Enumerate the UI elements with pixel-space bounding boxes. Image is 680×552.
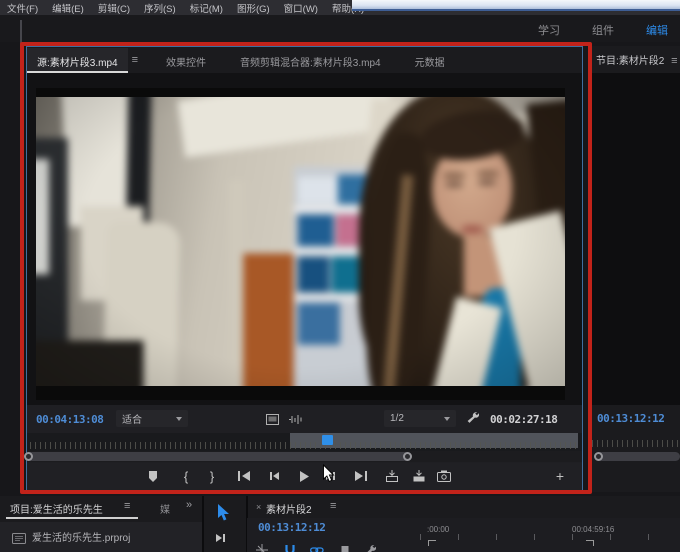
mark-out-button[interactable]: } <box>200 464 224 488</box>
go-to-out-button[interactable] <box>348 464 372 488</box>
tab-program-clip[interactable]: 节目:素材片段2 ≡ <box>596 52 680 67</box>
tab-audio-clip-mixer[interactable]: 音频剪辑混合器:素材片段3.mp4 <box>230 48 391 73</box>
program-scrollbar-handle[interactable] <box>594 452 603 461</box>
source-playhead[interactable] <box>322 435 333 445</box>
source-monitor-tab-row: 源:素材片段3.mp4 ≡ 效果控件 音频剪辑混合器:素材片段3.mp4 元数据 <box>27 47 582 73</box>
source-scrollbar[interactable] <box>26 452 412 461</box>
track-select-forward-tool[interactable] <box>214 531 228 549</box>
workspace-tab-learning[interactable]: 学习 <box>538 22 560 38</box>
selection-tool[interactable] <box>216 504 231 527</box>
mouse-cursor <box>322 464 336 489</box>
tab-timeline-sequence[interactable]: 素材片段2 <box>266 501 312 516</box>
ruler-ticks <box>30 442 578 449</box>
mark-in-button[interactable]: { <box>174 464 198 488</box>
overwrite-button[interactable] <box>407 464 431 488</box>
go-to-in-button[interactable] <box>232 464 256 488</box>
timeline-settings-wrench-icon[interactable] <box>364 543 376 552</box>
letterbox-bottom <box>36 386 565 400</box>
settings-wrench-icon[interactable] <box>466 411 479 429</box>
program-video-area[interactable] <box>588 73 680 405</box>
plus-icon: + <box>556 468 564 484</box>
linked-selection-icon[interactable] <box>310 543 324 552</box>
menu-item-clip[interactable]: 剪辑(C) <box>98 1 130 15</box>
play-button[interactable] <box>292 464 316 488</box>
letterbox-top <box>36 88 565 97</box>
project-file-icon <box>12 531 26 549</box>
mark-in-glyph: { <box>184 469 188 484</box>
project-file-name[interactable]: 爱生活的乐先生.prproj <box>32 529 130 544</box>
chevron-down-icon <box>176 417 182 421</box>
menu-item-edit[interactable]: 编辑(E) <box>52 1 84 15</box>
workspace-bar: 学习 组件 编辑 <box>0 15 680 42</box>
timeline-current-timecode[interactable]: 00:13:12:12 <box>258 521 325 534</box>
workspace-divider <box>20 20 22 46</box>
scrollbar-left-handle[interactable] <box>24 452 33 461</box>
panel-menu-icon[interactable]: ≡ <box>326 500 340 512</box>
work-area-start-bracket <box>428 540 436 546</box>
timeline-ruler[interactable] <box>420 534 680 540</box>
program-scrollbar[interactable] <box>596 452 680 461</box>
menu-item-file[interactable]: 文件(F) <box>7 1 38 15</box>
chevron-down-icon <box>444 417 450 421</box>
tab-overflow-chevron[interactable]: » <box>186 499 192 511</box>
panel-menu-icon[interactable]: ≡ <box>120 500 134 512</box>
zoom-level-dropdown[interactable]: 适合 <box>116 410 188 427</box>
scrollbar-right-handle[interactable] <box>403 452 412 461</box>
step-back-button[interactable] <box>262 464 286 488</box>
tab-project[interactable]: 项目:爱生活的乐先生 <box>10 501 103 516</box>
tab-metadata[interactable]: 元数据 <box>405 48 455 73</box>
premiere-app-window: 文件(F) 编辑(E) 剪辑(C) 序列(S) 标记(M) 图形(G) 窗口(W… <box>0 0 680 552</box>
active-tab-underline <box>6 517 138 519</box>
timeline-ruler-end-label: 00:04:59:16 <box>572 525 614 534</box>
menu-item-sequence[interactable]: 序列(S) <box>144 1 176 15</box>
video-scene <box>36 88 565 400</box>
program-tab-label: 节目:素材片段2 <box>596 56 664 67</box>
panel-menu-icon[interactable]: ≡ <box>667 55 680 67</box>
timeline-ruler-start-label: :00:00 <box>427 525 449 534</box>
zoom-level-value: 适合 <box>122 411 142 426</box>
playback-resolution-dropdown[interactable]: 1/2 <box>384 410 456 427</box>
insert-overwrite-icon[interactable] <box>256 543 268 552</box>
workspace-tab-editing[interactable]: 编辑 <box>646 22 668 38</box>
video-preview-frame[interactable] <box>36 88 565 400</box>
work-area-end-bracket <box>586 540 594 546</box>
workspace-tab-assembly[interactable]: 组件 <box>592 22 614 38</box>
mark-out-glyph: } <box>210 469 214 484</box>
scene-vignette <box>36 88 565 400</box>
panel-divider <box>202 496 204 552</box>
menu-item-window[interactable]: 窗口(W) <box>284 1 318 15</box>
drag-video-only-icon[interactable] <box>266 412 279 430</box>
window-edge-highlight <box>352 0 680 11</box>
playback-resolution-value: 1/2 <box>390 413 404 424</box>
program-ruler-ticks[interactable] <box>592 440 680 447</box>
insert-button[interactable] <box>380 464 404 488</box>
button-editor-add[interactable]: + <box>548 464 572 488</box>
in-out-duration: 00:02:27:18 <box>490 413 557 426</box>
export-frame-button[interactable] <box>432 464 456 488</box>
menu-item-marker[interactable]: 标记(M) <box>190 1 223 15</box>
drag-audio-only-icon[interactable] <box>288 412 302 430</box>
snap-magnet-icon[interactable] <box>284 543 296 552</box>
menu-item-graphics[interactable]: 图形(G) <box>237 1 270 15</box>
program-current-timecode[interactable]: 00:13:12:12 <box>597 412 664 425</box>
source-current-timecode[interactable]: 00:04:13:08 <box>36 413 103 426</box>
clipped-tab[interactable]: 媒 <box>160 501 170 516</box>
panel-menu-icon[interactable]: ≡ <box>128 54 142 66</box>
timeline-marker-icon[interactable] <box>340 543 350 552</box>
add-marker-button[interactable] <box>141 464 165 488</box>
tab-source-clip[interactable]: 源:素材片段3.mp4 <box>27 48 128 73</box>
tab-effect-controls[interactable]: 效果控件 <box>156 48 216 73</box>
close-icon[interactable]: × <box>256 502 261 512</box>
